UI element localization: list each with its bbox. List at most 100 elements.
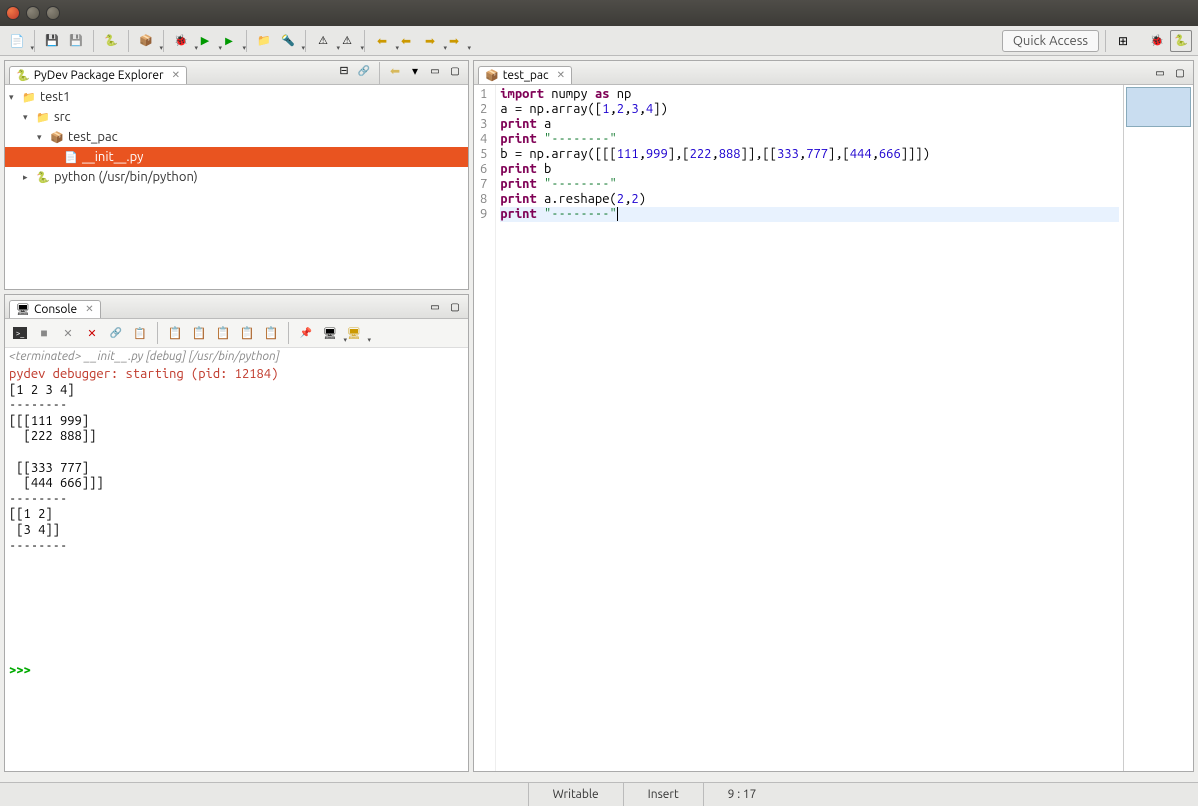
back-button[interactable] <box>395 30 417 52</box>
package-icon <box>485 69 499 82</box>
view-menu-button[interactable]: ▾ <box>406 62 424 80</box>
nav-back-button[interactable] <box>371 30 393 52</box>
menu-window[interactable]: Window <box>563 0 623 1</box>
display-console-button[interactable] <box>319 322 341 344</box>
src-label: src <box>54 110 71 124</box>
package-tree[interactable]: ▾ test1 ▾ src ▾ test_pac __init__.py ▸ <box>5 85 468 189</box>
project-icon <box>21 89 37 105</box>
close-icon[interactable]: ✕ <box>172 69 180 81</box>
status-bar: Writable Insert 9 : 17 <box>0 782 1198 806</box>
overview-viewport-icon <box>1126 87 1191 127</box>
word-wrap-button[interactable]: 📋 <box>188 322 210 344</box>
tree-project[interactable]: ▾ test1 <box>5 87 468 107</box>
code-area[interactable]: import numpy as npa = np.array([1,2,3,4]… <box>496 85 1123 771</box>
main-toolbar: Quick Access <box>0 26 1198 56</box>
package-icon <box>49 129 65 145</box>
forward-button[interactable] <box>419 30 441 52</box>
open-console-button[interactable] <box>343 322 365 344</box>
tree-interpreter[interactable]: ▸ python (/usr/bin/python) <box>5 167 468 187</box>
show-console-button[interactable]: 📋 <box>212 322 234 344</box>
editor-view: test_pac ✕ 123456789 import numpy as npa… <box>473 60 1194 772</box>
scroll-lock-button[interactable]: 📋 <box>164 322 186 344</box>
src-folder-icon <box>35 109 51 125</box>
debug-perspective-button[interactable] <box>1146 30 1168 52</box>
package-explorer-tab[interactable]: PyDev Package Explorer ✕ <box>9 66 187 84</box>
menu-pydev[interactable]: Pydev <box>473 0 520 1</box>
nav-forward-button[interactable] <box>443 30 465 52</box>
window-titlebar: File Edit RefactoringSource Navigate Search P… <box>0 0 1198 26</box>
terminate-button[interactable] <box>33 322 55 344</box>
maximize-view-button[interactable] <box>446 62 464 80</box>
tree-package[interactable]: ▾ test_pac <box>5 127 468 147</box>
window-minimize-icon[interactable] <box>26 6 40 20</box>
interpreter-label: python (/usr/bin/python) <box>54 170 198 184</box>
open-folder-button[interactable] <box>253 30 275 52</box>
remove-all-terminated-button[interactable] <box>81 322 103 344</box>
external-tools-button[interactable] <box>218 30 240 52</box>
menu-search[interactable]: Search <box>360 0 411 1</box>
tasks-button[interactable] <box>336 30 358 52</box>
editor-tab-label: test_pac <box>503 69 549 82</box>
package-explorer-title: PyDev Package Explorer <box>34 69 164 82</box>
open-perspective-button[interactable] <box>1112 30 1134 52</box>
console-title: Console <box>34 303 77 316</box>
terminal-icon[interactable]: >_ <box>9 322 31 344</box>
python-interpreter-icon <box>35 169 51 185</box>
menu-source[interactable]: Source <box>236 0 288 1</box>
save-button[interactable] <box>41 30 63 52</box>
debug-button[interactable] <box>170 30 192 52</box>
new-button[interactable] <box>6 30 28 52</box>
window-close-icon[interactable] <box>6 6 20 20</box>
console-view: Console ✕ >_ 📋 📋 📋 📋 <box>4 294 469 772</box>
file-label: __init__.py <box>82 150 143 164</box>
overview-ruler[interactable] <box>1123 85 1193 771</box>
console-toolbar: >_ 📋 📋 📋 📋 📋 <box>5 319 468 348</box>
focus-button[interactable] <box>386 62 404 80</box>
menu-navigate[interactable]: Navigate <box>292 0 356 1</box>
problems-button[interactable] <box>312 30 334 52</box>
code-editor[interactable]: 123456789 import numpy as npa = np.array… <box>474 85 1193 771</box>
pin-button[interactable] <box>295 322 317 344</box>
maximize-view-button[interactable] <box>446 298 464 316</box>
minimize-view-button[interactable] <box>426 298 444 316</box>
pydev-perspective-button[interactable] <box>1170 30 1192 52</box>
run-button[interactable] <box>194 30 216 52</box>
minimize-view-button[interactable] <box>1151 64 1169 82</box>
tree-file-init[interactable]: __init__.py <box>5 147 468 167</box>
menu-run[interactable]: Run <box>524 0 559 1</box>
menu-file[interactable]: File <box>76 0 109 1</box>
menu-refactoring[interactable]: Refactoring <box>152 0 233 1</box>
quick-access-field[interactable]: Quick Access <box>1002 30 1099 52</box>
remove-launch-button[interactable] <box>57 322 79 344</box>
tree-src[interactable]: ▾ src <box>5 107 468 127</box>
minimize-view-button[interactable] <box>426 62 444 80</box>
maximize-view-button[interactable] <box>1171 64 1189 82</box>
package-button[interactable] <box>135 30 157 52</box>
menu-help[interactable]: Help <box>627 0 666 1</box>
console-tab[interactable]: Console ✕ <box>9 300 101 318</box>
window-maximize-icon[interactable] <box>46 6 60 20</box>
editor-tab[interactable]: test_pac ✕ <box>478 66 572 84</box>
menu-edit[interactable]: Edit <box>113 0 148 1</box>
close-icon[interactable]: ✕ <box>85 303 93 315</box>
collapse-all-button[interactable] <box>335 62 353 80</box>
status-cursor-position: 9 : 17 <box>703 783 781 806</box>
console-output[interactable]: pydev debugger: starting (pid: 12184)[1 … <box>5 365 468 771</box>
project-label: test1 <box>40 90 70 104</box>
search-button[interactable] <box>277 30 299 52</box>
display-selected-button[interactable]: 📋 <box>260 322 282 344</box>
pin-console-button[interactable]: 📋 <box>236 322 258 344</box>
menubar: File Edit RefactoringSource Navigate Search P… <box>72 0 667 1</box>
python-button[interactable] <box>100 30 122 52</box>
link-editor-button[interactable] <box>355 62 373 80</box>
package-explorer-view: PyDev Package Explorer ✕ ▾ ▾ test1 <box>4 60 469 290</box>
status-insert: Insert <box>623 783 703 806</box>
link-button[interactable] <box>105 322 127 344</box>
console-status: <terminated> __init__.py [debug] [/usr/b… <box>5 348 468 365</box>
pydev-icon <box>16 69 30 82</box>
clear-console-button[interactable] <box>129 322 151 344</box>
close-icon[interactable]: ✕ <box>557 69 565 81</box>
package-label: test_pac <box>68 130 118 144</box>
save-all-button[interactable] <box>65 30 87 52</box>
menu-project[interactable]: Project <box>415 0 469 1</box>
